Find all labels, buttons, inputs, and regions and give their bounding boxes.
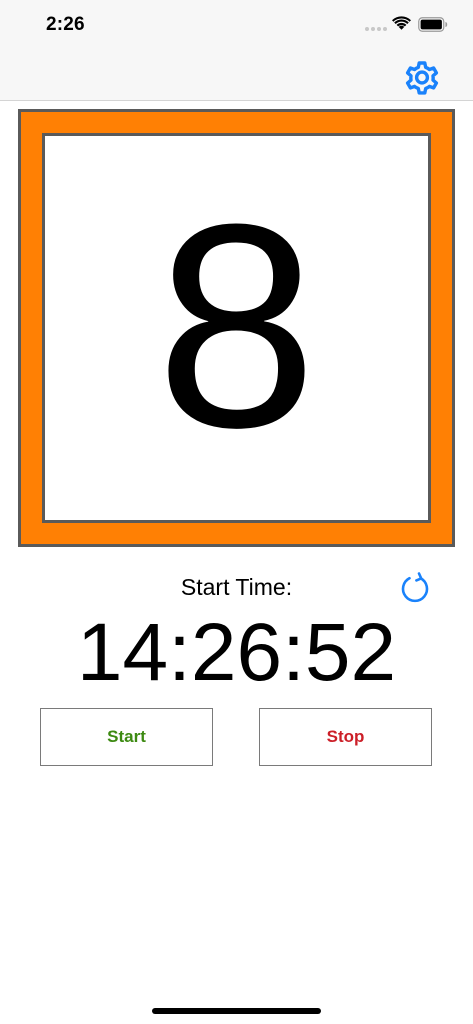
cellular-signal-icon	[365, 27, 387, 32]
start-time-value: 14:26:52	[76, 607, 397, 698]
start-button[interactable]: Start	[40, 708, 213, 766]
home-indicator[interactable]	[152, 1008, 321, 1014]
settings-gear-icon[interactable]	[401, 57, 443, 99]
counter-value: 8	[155, 164, 318, 488]
status-time: 2:26	[46, 14, 85, 35]
battery-icon	[418, 17, 448, 32]
counter-display: 8	[42, 133, 431, 523]
counter-frame: 8	[18, 109, 455, 547]
top-bar: 2:26	[0, 0, 473, 101]
wifi-icon	[392, 16, 411, 30]
stop-button[interactable]: Stop	[259, 708, 432, 766]
refresh-icon[interactable]	[398, 571, 432, 605]
